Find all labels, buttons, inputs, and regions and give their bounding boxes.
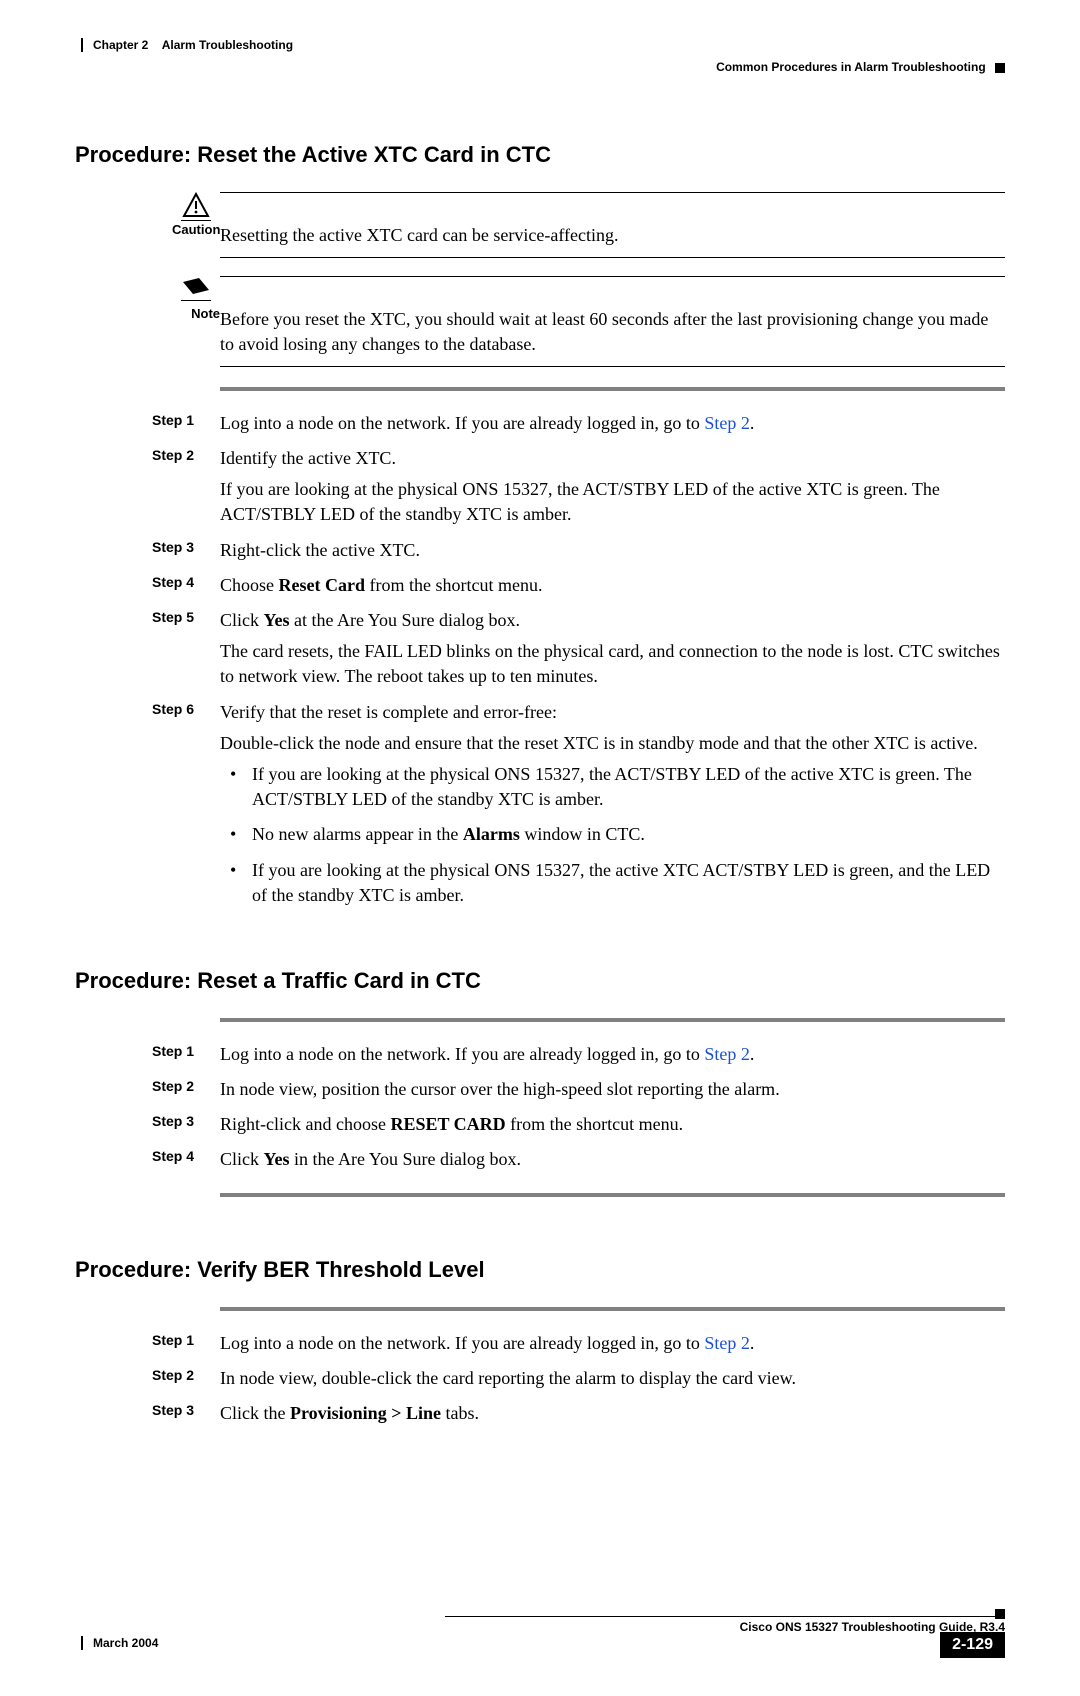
p1-step1: Step 1 Log into a node on the network. I… — [220, 411, 1005, 436]
step-label: Step 4 — [152, 573, 194, 593]
step6-bullets: If you are looking at the physical ONS 1… — [220, 762, 1005, 908]
step-link[interactable]: Step 2 — [704, 413, 750, 433]
bullet-item: If you are looking at the physical ONS 1… — [248, 858, 1005, 908]
procedure-heading-3: Procedure: Verify BER Threshold Level — [75, 1257, 1005, 1283]
p2-step3: Step 3 Right-click and choose RESET CARD… — [220, 1112, 1005, 1137]
page-number: 2-129 — [940, 1632, 1005, 1658]
note-callout: Note Before you reset the XTC, you shoul… — [220, 276, 1005, 367]
page-footer: Cisco ONS 15327 Troubleshooting Guide, R… — [75, 1616, 1005, 1656]
step-label: Step 2 — [152, 1366, 194, 1386]
p1-step3: Step 3 Right-click the active XTC. — [220, 538, 1005, 563]
step-label: Step 3 — [152, 538, 194, 558]
step-text-a: Click — [220, 610, 264, 630]
document-page: Chapter 2 Alarm Troubleshooting Common P… — [0, 0, 1080, 1696]
p3-step2: Step 2 In node view, double-click the ca… — [220, 1366, 1005, 1391]
caution-icon — [176, 192, 216, 221]
step-label: Step 2 — [152, 1077, 194, 1097]
step-line2: Double-click the node and ensure that th… — [220, 731, 1005, 756]
procedure-heading-1: Procedure: Reset the Active XTC Card in … — [75, 142, 1005, 168]
step-bold: Reset Card — [279, 575, 365, 595]
chapter-title: Alarm Troubleshooting — [162, 38, 293, 52]
step-label: Step 1 — [152, 411, 194, 431]
caution-text: Resetting the active XTC card can be ser… — [220, 225, 619, 245]
step-label: Step 1 — [152, 1331, 194, 1351]
step-label: Step 2 — [152, 446, 194, 466]
step-line2: The card resets, the FAIL LED blinks on … — [220, 639, 1005, 689]
step-link[interactable]: Step 2 — [704, 1333, 750, 1353]
step-line2: If you are looking at the physical ONS 1… — [220, 477, 1005, 527]
step-bold: Yes — [264, 610, 290, 630]
step-text-b: from the shortcut menu. — [365, 575, 542, 595]
note-text: Before you reset the XTC, you should wai… — [220, 309, 988, 353]
footer-rule — [445, 1616, 1005, 1617]
footer-date: March 2004 — [81, 1636, 158, 1650]
caution-label: Caution — [172, 222, 220, 237]
p3-step1: Step 1 Log into a node on the network. I… — [220, 1331, 1005, 1356]
procedure-divider — [220, 1018, 1005, 1022]
procedure-divider — [220, 1193, 1005, 1197]
p1-step6: Step 6 Verify that the reset is complete… — [220, 700, 1005, 908]
step-label: Step 6 — [152, 700, 194, 720]
step-line1: Verify that the reset is complete and er… — [220, 700, 1005, 725]
bullet-item: No new alarms appear in the Alarms windo… — [248, 822, 1005, 847]
header-right: Common Procedures in Alarm Troubleshooti… — [716, 60, 1005, 74]
p2-step2: Step 2 In node view, position the cursor… — [220, 1077, 1005, 1102]
procedure-divider — [220, 1307, 1005, 1311]
bullet-item: If you are looking at the physical ONS 1… — [248, 762, 1005, 812]
procedure-1-body: Caution Resetting the active XTC card ca… — [220, 192, 1005, 908]
p1-step2: Step 2 Identify the active XTC. If you a… — [220, 446, 1005, 528]
p2-step1: Step 1 Log into a node on the network. I… — [220, 1042, 1005, 1067]
page-header: Chapter 2 Alarm Troubleshooting Common P… — [75, 38, 1005, 82]
procedure-heading-2: Procedure: Reset a Traffic Card in CTC — [75, 968, 1005, 994]
header-left: Chapter 2 Alarm Troubleshooting — [81, 38, 293, 52]
step-link[interactable]: Step 2 — [704, 1044, 750, 1064]
step-text-b: . — [750, 413, 755, 433]
chapter-number: Chapter 2 — [93, 38, 148, 52]
step-label: Step 4 — [152, 1147, 194, 1167]
step-text-b: at the Are You Sure dialog box. — [290, 610, 520, 630]
header-marker-icon — [995, 63, 1005, 73]
p2-step4: Step 4 Click Yes in the Are You Sure dia… — [220, 1147, 1005, 1172]
section-title: Common Procedures in Alarm Troubleshooti… — [716, 60, 986, 74]
step-text-a: Choose — [220, 575, 279, 595]
p1-step4: Step 4 Choose Reset Card from the shortc… — [220, 573, 1005, 598]
step-line1: Identify the active XTC. — [220, 446, 1005, 471]
step-label: Step 1 — [152, 1042, 194, 1062]
procedure-3-body: Step 1 Log into a node on the network. I… — [220, 1307, 1005, 1427]
p3-step3: Step 3 Click the Provisioning > Line tab… — [220, 1401, 1005, 1426]
footer-marker-icon — [995, 1609, 1005, 1619]
procedure-divider — [220, 387, 1005, 391]
step-text: Log into a node on the network. If you a… — [220, 413, 704, 433]
step-text: Right-click the active XTC. — [220, 538, 1005, 563]
note-icon — [176, 276, 216, 301]
step-label: Step 3 — [152, 1401, 194, 1421]
step-label: Step 3 — [152, 1112, 194, 1132]
p1-step5: Step 5 Click Yes at the Are You Sure dia… — [220, 608, 1005, 690]
procedure-2-body: Step 1 Log into a node on the network. I… — [220, 1018, 1005, 1197]
step-label: Step 5 — [152, 608, 194, 628]
caution-callout: Caution Resetting the active XTC card ca… — [220, 192, 1005, 258]
note-label: Note — [172, 306, 220, 321]
